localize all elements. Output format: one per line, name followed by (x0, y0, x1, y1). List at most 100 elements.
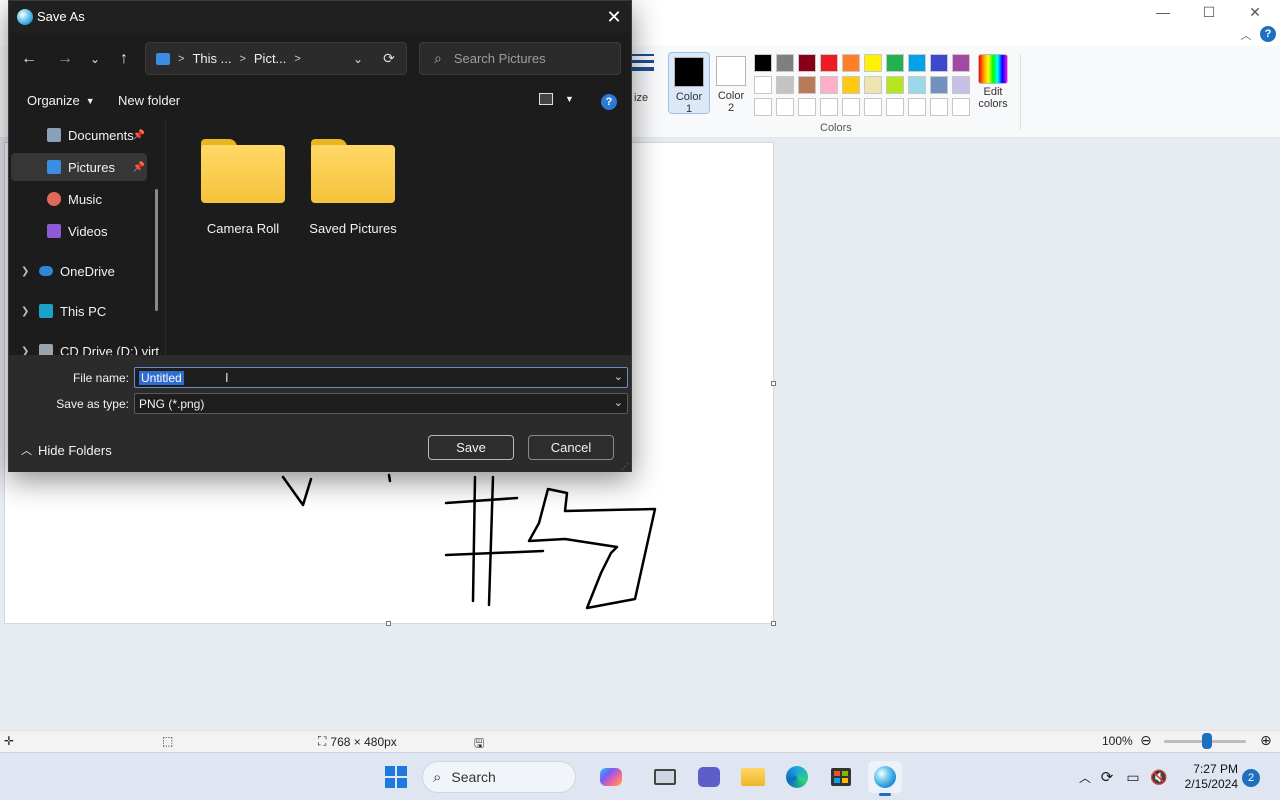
palette-swatch[interactable] (908, 54, 926, 72)
clock[interactable]: 7:27 PM 2/15/2024 (1176, 762, 1238, 792)
help-icon[interactable]: ? (1260, 26, 1276, 42)
close-button[interactable]: ✕ (1232, 0, 1278, 24)
hide-folders-button[interactable]: ︿ Hide Folders (21, 442, 112, 458)
up-arrow-icon[interactable]: ↑ (110, 45, 138, 73)
nav-item-onedrive[interactable]: ❯ OneDrive (11, 257, 151, 285)
file-explorer-icon[interactable] (736, 761, 770, 793)
palette-swatch[interactable] (908, 76, 926, 94)
palette-swatch[interactable] (864, 98, 882, 116)
palette-swatch[interactable] (930, 98, 948, 116)
start-button[interactable] (379, 761, 413, 793)
palette-swatch[interactable] (798, 76, 816, 94)
view-options-button[interactable]: ▼ (539, 93, 574, 105)
nav-item-music[interactable]: Music (11, 185, 147, 213)
address-dropdown-chevron-icon[interactable]: ⌄ (344, 43, 372, 74)
zoom-level[interactable]: 100% (1102, 734, 1133, 748)
nav-item-this-pc[interactable]: ❯ This PC (11, 297, 151, 325)
resize-handle-bottom[interactable] (386, 621, 391, 626)
palette-swatch[interactable] (952, 98, 970, 116)
palette-swatch[interactable] (820, 54, 838, 72)
resize-handle-corner[interactable] (771, 621, 776, 626)
palette-swatch[interactable] (842, 76, 860, 94)
help-icon[interactable]: ? (601, 94, 617, 110)
palette-swatch[interactable] (952, 76, 970, 94)
copilot-icon[interactable] (594, 761, 628, 793)
breadcrumb-this-pc[interactable]: This ... (192, 51, 231, 66)
chevron-down-icon[interactable]: ⌄ (614, 370, 623, 383)
palette-swatch[interactable] (820, 98, 838, 116)
palette-swatch[interactable] (754, 54, 772, 72)
forward-arrow-icon[interactable]: → (51, 45, 79, 73)
palette-swatch[interactable] (930, 54, 948, 72)
breadcrumb-pictures[interactable]: Pict... (254, 51, 287, 66)
collapse-ribbon-icon[interactable]: ︿ (1238, 28, 1254, 42)
palette-swatch[interactable] (842, 98, 860, 116)
back-arrow-icon[interactable]: ← (15, 45, 43, 73)
zoom-in-icon[interactable]: ⊕ (1260, 732, 1272, 749)
folder-saved-pictures[interactable]: Saved Pictures (298, 137, 408, 236)
task-view-icon[interactable] (648, 761, 682, 793)
paint-app-icon[interactable] (868, 761, 902, 796)
microsoft-store-icon[interactable] (824, 761, 858, 793)
save-button[interactable]: Save (428, 435, 514, 460)
save-type-value: PNG (*.png) (139, 396, 205, 411)
palette-swatch[interactable] (754, 76, 772, 94)
show-hidden-icons-chevron-icon[interactable]: ︿ (1076, 769, 1094, 786)
nav-pane-scrollbar[interactable] (155, 189, 158, 311)
palette-swatch[interactable] (798, 54, 816, 72)
chevron-down-icon[interactable]: ⌄ (614, 396, 623, 409)
color1-button[interactable]: Color 1 (668, 52, 710, 115)
palette-swatch[interactable] (776, 76, 794, 94)
dialog-titlebar[interactable]: Save As ✕ (9, 1, 631, 33)
palette-swatch[interactable] (908, 98, 926, 116)
notification-badge[interactable]: 2 (1242, 769, 1260, 787)
resize-grip-icon[interactable]: ⋰ (621, 462, 629, 471)
nav-item-cd-drive[interactable]: ❯ CD Drive (D:) virt (11, 337, 161, 355)
dialog-close-button[interactable]: ✕ (601, 4, 627, 30)
edit-colors-button[interactable]: Edit colors (974, 52, 1012, 110)
teams-chat-icon[interactable] (692, 761, 726, 793)
palette-swatch[interactable] (754, 98, 772, 116)
network-icon[interactable]: ▭ (1120, 769, 1146, 786)
save-type-select[interactable]: PNG (*.png) ⌄ (134, 393, 628, 414)
palette-swatch[interactable] (886, 76, 904, 94)
resize-handle-right[interactable] (771, 381, 776, 386)
palette-swatch[interactable] (842, 54, 860, 72)
brush-size-icon[interactable] (632, 50, 654, 84)
palette-swatch[interactable] (820, 76, 838, 94)
organize-menu-button[interactable]: Organize ▼ (27, 93, 95, 108)
edge-browser-icon[interactable] (780, 761, 814, 793)
palette-swatch[interactable] (776, 98, 794, 116)
nav-item-videos[interactable]: Videos (11, 217, 147, 245)
search-input[interactable]: ⌕ Search Pictures (419, 42, 621, 75)
sync-icon[interactable]: ⟳ (1094, 768, 1120, 786)
nav-item-pictures[interactable]: Pictures 📌 (11, 153, 147, 181)
palette-swatch[interactable] (776, 54, 794, 72)
palette-swatch[interactable] (952, 54, 970, 72)
palette-swatch[interactable] (864, 76, 882, 94)
minimize-button[interactable]: — (1140, 0, 1186, 24)
file-name-input[interactable]: Untitled I ⌄ (134, 367, 628, 388)
color2-button[interactable]: Color 2 (710, 52, 752, 114)
palette-swatch[interactable] (864, 54, 882, 72)
palette-swatch[interactable] (886, 98, 904, 116)
palette-swatch[interactable] (930, 76, 948, 94)
documents-icon (47, 128, 61, 142)
folder-camera-roll[interactable]: Camera Roll (193, 137, 293, 236)
palette-swatch[interactable] (798, 98, 816, 116)
volume-muted-icon[interactable]: 🔇 (1146, 769, 1172, 786)
zoom-slider-thumb[interactable] (1202, 733, 1212, 749)
nav-item-documents[interactable]: Documents 📌 (11, 121, 147, 149)
recent-locations-chevron-icon[interactable]: ⌄ (81, 45, 109, 73)
address-bar[interactable]: > This ... > Pict... > ⌄ ⟳ (145, 42, 407, 75)
cancel-button[interactable]: Cancel (528, 435, 614, 460)
taskbar-search[interactable]: ⌕ Search (422, 761, 576, 793)
chevron-right-icon: ❯ (21, 265, 30, 277)
new-folder-button[interactable]: New folder (118, 93, 180, 108)
zoom-out-icon[interactable]: ⊖ (1140, 732, 1152, 749)
pictures-icon (47, 160, 61, 174)
palette-swatch[interactable] (886, 54, 904, 72)
maximize-button[interactable]: ☐ (1186, 0, 1232, 24)
refresh-icon[interactable]: ⟳ (374, 43, 404, 74)
folder-label: Camera Roll (206, 221, 280, 236)
